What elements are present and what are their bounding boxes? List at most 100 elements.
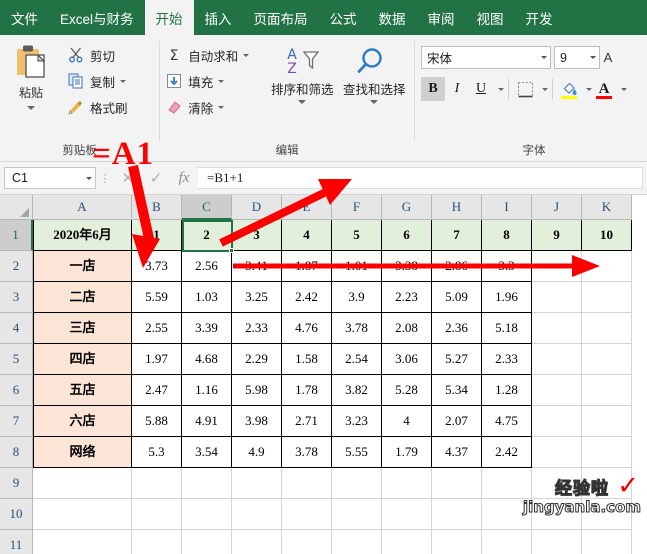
column-header-F[interactable]: F <box>332 195 382 220</box>
cell-J1[interactable]: 9 <box>532 220 582 251</box>
column-header-H[interactable]: H <box>432 195 482 220</box>
cell-A4[interactable]: 三店 <box>33 313 132 344</box>
find-select-button[interactable]: 查找和选择 <box>338 40 410 104</box>
cell-C9[interactable] <box>182 468 232 499</box>
cell-D10[interactable] <box>232 499 282 530</box>
cell-D9[interactable] <box>232 468 282 499</box>
cell-G6[interactable]: 5.28 <box>382 375 432 406</box>
row-header-4[interactable]: 4 <box>0 313 33 344</box>
cell-H5[interactable]: 5.27 <box>432 344 482 375</box>
cell-J7[interactable] <box>532 406 582 437</box>
column-header-E[interactable]: E <box>282 195 332 220</box>
cell-I7[interactable]: 4.75 <box>482 406 532 437</box>
sort-filter-button[interactable]: A Z 排序和筛选 <box>266 40 338 104</box>
cell-G1[interactable]: 6 <box>382 220 432 251</box>
cell-K6[interactable] <box>582 375 632 406</box>
cell-J8[interactable] <box>532 437 582 468</box>
ribbon-tab-home[interactable]: 开始 <box>144 0 194 35</box>
font-name-combo[interactable]: 宋体 <box>421 46 552 69</box>
cell-E11[interactable] <box>282 530 332 554</box>
autosum-dropdown-caret-icon[interactable] <box>243 53 250 57</box>
cell-D2[interactable]: 3.41 <box>232 251 282 282</box>
row-header-8[interactable]: 8 <box>0 437 33 468</box>
ribbon-tab-review[interactable]: 审阅 <box>417 0 466 35</box>
name-box-caret-icon[interactable] <box>86 176 92 180</box>
name-box[interactable]: C1 <box>4 167 96 189</box>
cell-F9[interactable] <box>332 468 382 499</box>
cell-I4[interactable]: 5.18 <box>482 313 532 344</box>
cell-A7[interactable]: 六店 <box>33 406 132 437</box>
fill-dropdown-caret-icon[interactable] <box>218 79 225 83</box>
cell-B11[interactable] <box>132 530 182 554</box>
cell-B8[interactable]: 5.3 <box>132 437 182 468</box>
cell-H8[interactable]: 4.37 <box>432 437 482 468</box>
cell-B6[interactable]: 2.47 <box>132 375 182 406</box>
cell-E4[interactable]: 4.76 <box>282 313 332 344</box>
cell-I6[interactable]: 1.28 <box>482 375 532 406</box>
cell-A1[interactable]: 2020年6月 <box>33 220 132 251</box>
ribbon-tab-formulas[interactable]: 公式 <box>319 0 368 35</box>
cell-G10[interactable] <box>382 499 432 530</box>
cell-H2[interactable]: 2.86 <box>432 251 482 282</box>
cell-E10[interactable] <box>282 499 332 530</box>
row-header-6[interactable]: 6 <box>0 375 33 406</box>
cell-B3[interactable]: 5.59 <box>132 282 182 313</box>
cell-C2[interactable]: 2.56 <box>182 251 232 282</box>
cell-E6[interactable]: 1.78 <box>282 375 332 406</box>
ribbon-tab-developer[interactable]: 开发 <box>515 0 564 35</box>
cell-H7[interactable]: 2.07 <box>432 406 482 437</box>
cell-A10[interactable] <box>33 499 132 530</box>
cell-I9[interactable] <box>482 468 532 499</box>
column-header-I[interactable]: I <box>482 195 532 220</box>
ribbon-tab-view[interactable]: 视图 <box>466 0 515 35</box>
cell-K8[interactable] <box>582 437 632 468</box>
cell-G7[interactable]: 4 <box>382 406 432 437</box>
cell-B4[interactable]: 2.55 <box>132 313 182 344</box>
fill-color-button[interactable] <box>557 77 581 101</box>
cell-D5[interactable]: 2.29 <box>232 344 282 375</box>
cell-I10[interactable] <box>482 499 532 530</box>
cell-E8[interactable]: 3.78 <box>282 437 332 468</box>
cell-A3[interactable]: 二店 <box>33 282 132 313</box>
cell-I3[interactable]: 1.96 <box>482 282 532 313</box>
confirm-formula-button[interactable]: ✓ <box>142 169 170 187</box>
cell-C11[interactable] <box>182 530 232 554</box>
cell-D3[interactable]: 3.25 <box>232 282 282 313</box>
cell-A11[interactable] <box>33 530 132 554</box>
cell-A2[interactable]: 一店 <box>33 251 132 282</box>
borders-caret-icon[interactable] <box>542 87 549 91</box>
bold-button[interactable]: B <box>421 77 446 101</box>
font-name-caret-icon[interactable] <box>541 56 548 59</box>
cell-K9[interactable] <box>582 468 632 499</box>
cell-B9[interactable] <box>132 468 182 499</box>
column-header-C[interactable]: C <box>182 195 232 220</box>
row-header-11[interactable]: 11 <box>0 530 33 554</box>
cell-F1[interactable]: 5 <box>332 220 382 251</box>
cell-K11[interactable] <box>582 530 632 554</box>
ribbon-tab-insert[interactable]: 插入 <box>194 0 243 35</box>
cell-C4[interactable]: 3.39 <box>182 313 232 344</box>
cell-I8[interactable]: 2.42 <box>482 437 532 468</box>
insert-function-button[interactable]: fx <box>170 170 198 187</box>
cell-F7[interactable]: 3.23 <box>332 406 382 437</box>
cell-B7[interactable]: 5.88 <box>132 406 182 437</box>
row-header-1[interactable]: 1 <box>0 220 33 251</box>
cell-J9[interactable] <box>532 468 582 499</box>
cell-J10[interactable] <box>532 499 582 530</box>
cell-F11[interactable] <box>332 530 382 554</box>
cell-B5[interactable]: 1.97 <box>132 344 182 375</box>
cell-G9[interactable] <box>382 468 432 499</box>
cell-A6[interactable]: 五店 <box>33 375 132 406</box>
cell-G3[interactable]: 2.23 <box>382 282 432 313</box>
cell-D4[interactable]: 2.33 <box>232 313 282 344</box>
cell-G2[interactable]: 3.38 <box>382 251 432 282</box>
cell-G8[interactable]: 1.79 <box>382 437 432 468</box>
cell-E3[interactable]: 2.42 <box>282 282 332 313</box>
cell-J3[interactable] <box>532 282 582 313</box>
italic-button[interactable]: I <box>445 77 469 101</box>
cell-H3[interactable]: 5.09 <box>432 282 482 313</box>
font-color-caret-icon[interactable] <box>621 87 628 91</box>
font-size-caret-icon[interactable] <box>590 56 597 59</box>
column-header-G[interactable]: G <box>382 195 432 220</box>
cell-D6[interactable]: 5.98 <box>232 375 282 406</box>
